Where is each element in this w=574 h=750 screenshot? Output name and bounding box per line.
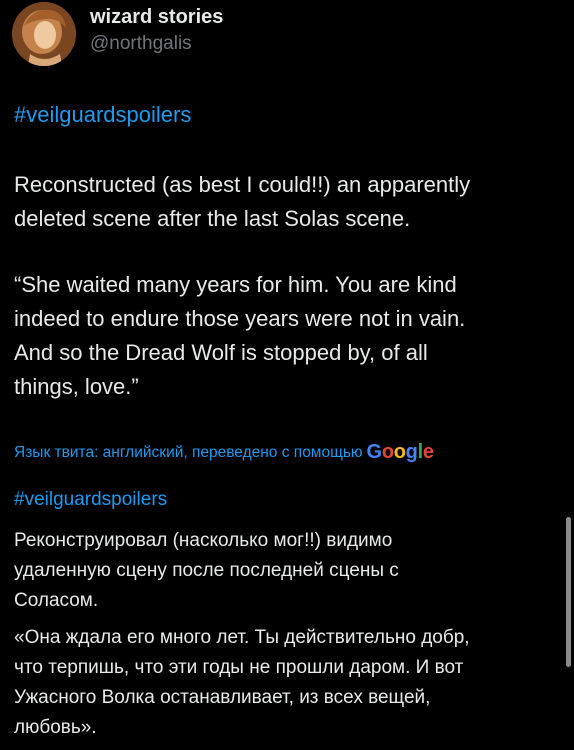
translation-hashtag-link[interactable]: #veilguardspoilers [14, 489, 167, 511]
translation-paragraph: Реконструировал (насколько мог!!) видимо… [14, 530, 399, 611]
scrollbar-thumb[interactable] [566, 517, 571, 667]
avatar[interactable] [12, 2, 76, 66]
tweet-paragraph: “She waited many years for him. You are … [14, 272, 466, 399]
tweet-hashtag-link[interactable]: #veilguardspoilers [14, 102, 191, 128]
author-display-name[interactable]: wizard stories [90, 6, 223, 29]
avatar-portrait-icon [12, 2, 76, 66]
translation-paragraph: «Она ждала его много лет. Ты действитель… [14, 627, 470, 738]
google-logo-icon: Google [366, 441, 434, 463]
translation-note[interactable]: Язык твита: английский, переведено с пом… [14, 441, 434, 464]
translation-note-text: Язык твита: английский, переведено с пом… [14, 443, 363, 461]
author-handle[interactable]: @northgalis [90, 33, 192, 55]
tweet-paragraph: Reconstructed (as best I could!!) an app… [14, 172, 471, 231]
